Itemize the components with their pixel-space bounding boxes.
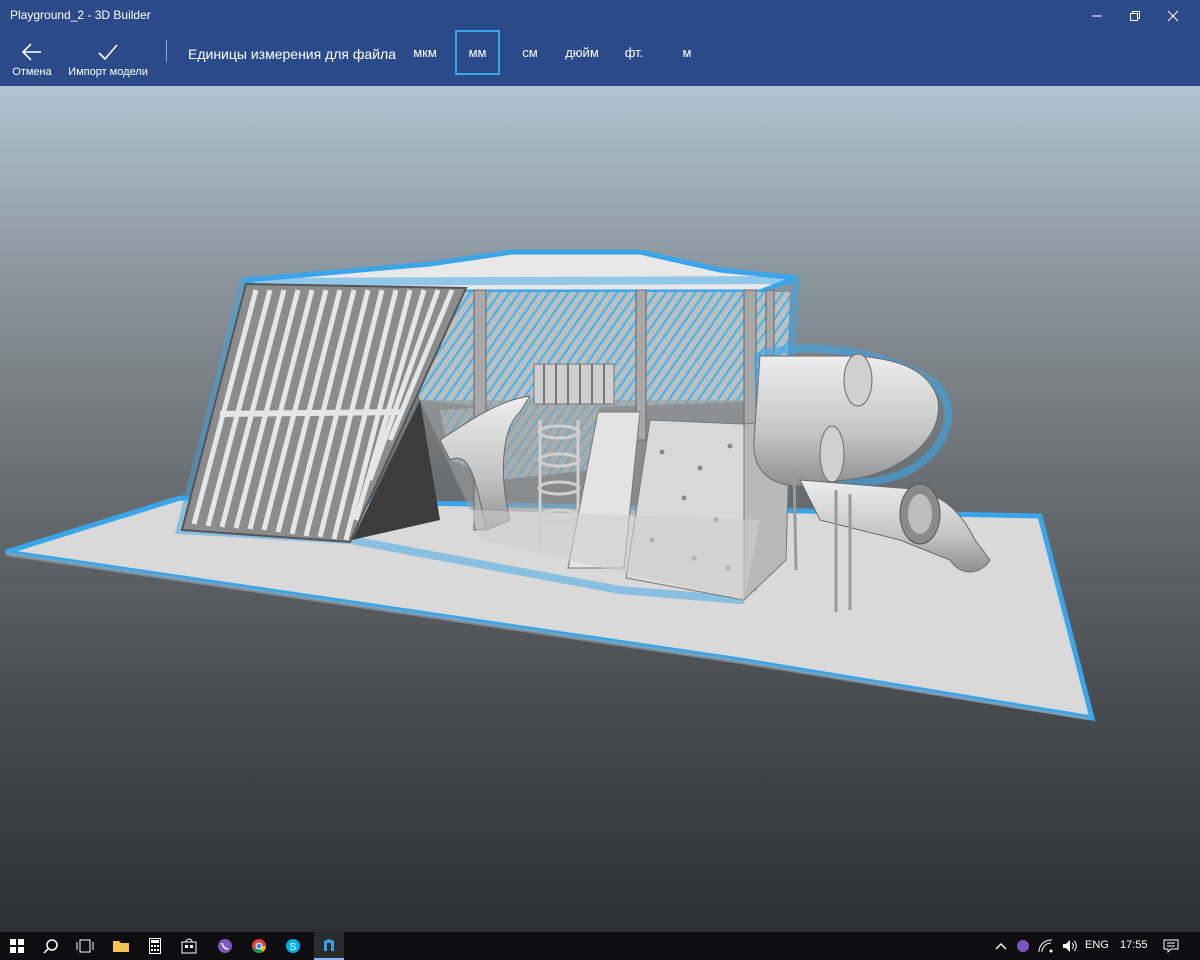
close-button[interactable] <box>1150 0 1196 32</box>
back-arrow-icon <box>21 43 41 61</box>
action-center-button[interactable] <box>1156 932 1186 960</box>
viber-tray-button[interactable] <box>1012 932 1034 960</box>
skype-icon: S <box>286 939 300 953</box>
volume-icon <box>1063 940 1077 952</box>
restore-icon <box>1130 11 1140 21</box>
import-model-button[interactable]: Импорт модели <box>64 32 152 86</box>
title-bar: Playground_2 - 3D Builder <box>0 0 1200 32</box>
unit-option-ft[interactable]: фт. <box>618 32 650 72</box>
calculator-button[interactable] <box>140 932 170 960</box>
store-button[interactable] <box>174 932 204 960</box>
task-view-button[interactable] <box>70 932 100 960</box>
chevron-up-icon <box>995 943 1007 950</box>
file-explorer-icon <box>113 941 129 952</box>
units-label: Единицы измерения для файла <box>188 46 396 62</box>
task-view-icon <box>76 939 94 953</box>
show-hidden-icons-button[interactable] <box>990 932 1012 960</box>
cancel-button[interactable]: Отмена <box>8 32 56 86</box>
toolbar-divider <box>166 40 167 62</box>
notifications-icon <box>1163 939 1179 953</box>
minimize-icon <box>1092 15 1102 17</box>
viber-icon <box>218 939 232 953</box>
file-explorer-button[interactable] <box>106 932 136 960</box>
skype-button[interactable]: S <box>278 932 308 960</box>
unit-option-mkm[interactable]: мкм <box>404 32 446 72</box>
unit-option-m[interactable]: м <box>672 32 702 72</box>
search-icon <box>43 939 58 954</box>
unit-option-mm[interactable]: мм <box>455 30 500 75</box>
3d-viewport[interactable] <box>0 86 1200 932</box>
wifi-icon <box>1038 939 1053 953</box>
language-indicator[interactable]: ENG <box>1085 939 1109 951</box>
playground-model[interactable] <box>0 86 1200 932</box>
viber-tray-icon <box>1017 940 1029 952</box>
search-button[interactable] <box>36 932 66 960</box>
window-title: Playground_2 - 3D Builder <box>10 8 151 22</box>
close-icon <box>1167 10 1179 22</box>
3d-builder-icon <box>324 939 334 951</box>
store-icon <box>181 938 197 954</box>
checkmark-icon <box>98 44 118 61</box>
calculator-icon <box>149 938 161 954</box>
svg-text:S: S <box>290 942 297 953</box>
start-icon <box>10 939 24 953</box>
viber-button[interactable] <box>210 932 240 960</box>
taskbar: S ENG 17:55 <box>0 932 1200 960</box>
toolbar: Отмена Импорт модели Единицы измерения д… <box>0 30 1200 86</box>
unit-option-inch[interactable]: дюйм <box>558 32 606 72</box>
cancel-label: Отмена <box>12 66 52 78</box>
3d-builder-button[interactable] <box>314 932 344 960</box>
volume-button[interactable] <box>1058 932 1082 960</box>
network-button[interactable] <box>1034 932 1058 960</box>
unit-option-cm[interactable]: см <box>512 32 548 72</box>
start-button[interactable] <box>2 932 32 960</box>
import-model-label: Импорт модели <box>68 66 148 78</box>
chrome-icon <box>252 939 266 953</box>
clock[interactable]: 17:55 <box>1120 939 1148 951</box>
chrome-button[interactable] <box>244 932 274 960</box>
